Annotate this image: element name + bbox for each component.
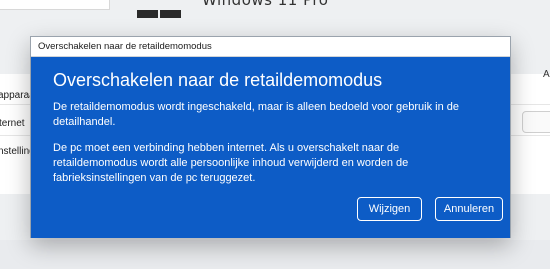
dialog-body: Overschakelen naar de retaildemomodus De… bbox=[31, 57, 510, 238]
cancel-button[interactable]: Annuleren bbox=[435, 197, 503, 221]
dialog-window-title: Overschakelen naar de retaildemomodus bbox=[38, 41, 212, 52]
background-label-internet: ternet bbox=[0, 118, 25, 129]
dialog-titlebar[interactable]: Overschakelen naar de retaildemomodus bbox=[31, 37, 510, 57]
background-window-title: Windows 11 Pro bbox=[202, 0, 329, 9]
retail-demo-dialog: Overschakelen naar de retaildemomodus Ov… bbox=[30, 36, 511, 238]
windows-logo-icon bbox=[137, 0, 181, 18]
dialog-paragraph-2: De pc moet een verbinding hebben interne… bbox=[53, 142, 409, 184]
dialog-heading: Overschakelen naar de retaildemomodus bbox=[53, 70, 383, 90]
background-lower-area bbox=[0, 240, 550, 269]
background-input-field bbox=[522, 111, 550, 133]
background-search-box bbox=[0, 0, 110, 10]
dialog-paragraph-1: De retaildemomodus wordt ingeschakeld, m… bbox=[53, 101, 460, 128]
background-right-label: A bbox=[543, 69, 550, 80]
change-button[interactable]: Wijzigen bbox=[357, 197, 422, 221]
